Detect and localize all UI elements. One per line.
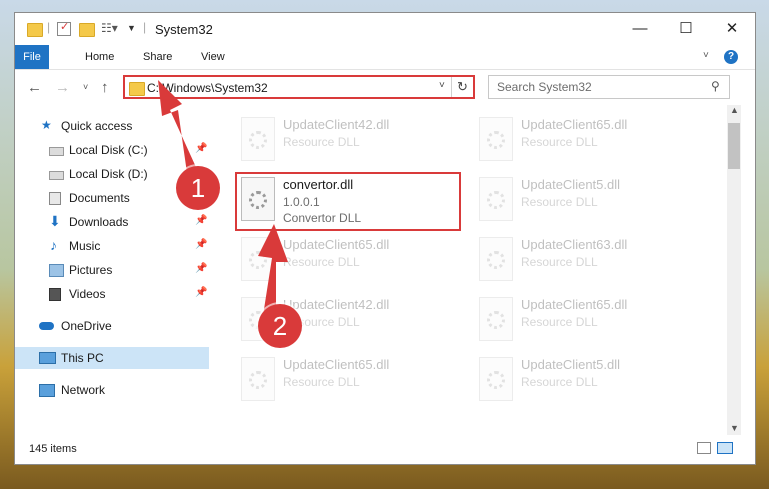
step-marker-1: 1: [176, 166, 220, 210]
annotation-overlay: [158, 80, 288, 324]
arrow-1: [158, 80, 200, 180]
step-marker-2: 2: [258, 304, 302, 348]
